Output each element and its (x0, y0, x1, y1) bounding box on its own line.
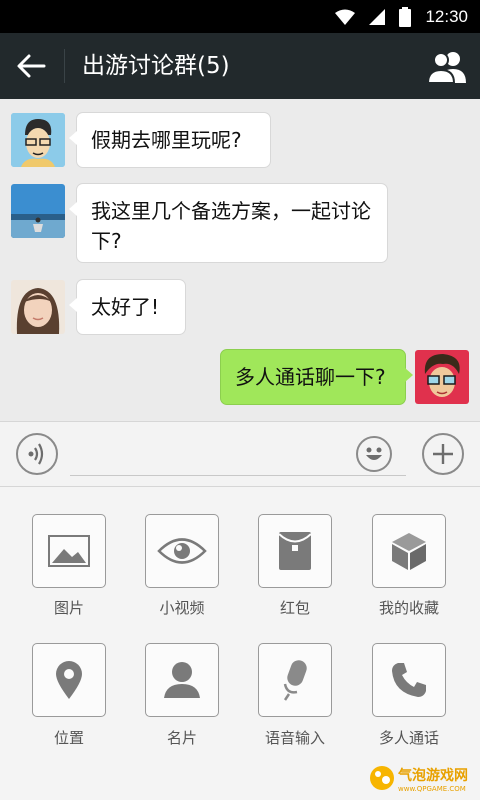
message-input[interactable] (70, 436, 354, 474)
avatar[interactable] (11, 184, 65, 238)
battery-icon (399, 6, 412, 27)
image-icon (48, 535, 90, 567)
message-bubble[interactable]: 太好了! (69, 279, 186, 335)
signal-icon (369, 8, 386, 25)
phone-icon (392, 663, 426, 697)
my-avatar[interactable] (415, 350, 469, 404)
wifi-icon (335, 9, 356, 25)
contact-card-button[interactable] (145, 643, 219, 717)
message-bubble[interactable]: 假期去哪里玩呢? (69, 112, 271, 168)
avatar[interactable] (11, 280, 65, 334)
contact-card-label: 名片 (166, 729, 197, 747)
image-label: 图片 (53, 599, 84, 617)
plus-icon (433, 444, 453, 464)
cube-icon (392, 533, 426, 570)
voice-toggle-button[interactable] (16, 433, 58, 475)
red-packet-button[interactable] (258, 514, 332, 588)
favorites-button[interactable] (372, 514, 446, 588)
location-label: 位置 (53, 729, 84, 747)
red-packet-label: 红包 (279, 599, 310, 617)
watermark-logo: 气泡游戏网 www.QPGAME.COM (370, 766, 468, 793)
sent-message-bubble[interactable]: 多人通话聊一下? (220, 349, 413, 405)
title-bar: 出游讨论群(5) (0, 33, 480, 99)
chat-title: 出游讨论群(5) (82, 53, 230, 79)
voice-input-label: 语音输入 (264, 729, 325, 747)
status-bar: 12:30 (0, 0, 480, 33)
image-button[interactable] (32, 514, 106, 588)
watermark-url: www.QPGAME.COM (398, 785, 466, 793)
more-button[interactable] (422, 433, 464, 475)
input-bar (0, 421, 480, 487)
message-bubble[interactable]: 我这里几个备选方案，一起讨论下? (69, 183, 388, 263)
short-video-button[interactable] (145, 514, 219, 588)
group-call-label: 多人通话 (378, 729, 439, 747)
group-members-icon[interactable] (428, 49, 466, 83)
status-time: 12:30 (425, 6, 468, 26)
back-arrow-icon[interactable] (14, 50, 48, 82)
title-separator (64, 49, 65, 83)
short-video-label: 小视频 (159, 599, 205, 617)
eye-icon (157, 538, 207, 564)
group-call-button[interactable] (372, 643, 446, 717)
emoji-button[interactable] (356, 436, 392, 472)
voice-icon (28, 443, 44, 465)
watermark-text: 气泡游戏网 (397, 767, 468, 784)
input-underline (70, 475, 406, 476)
favorites-label: 我的收藏 (378, 599, 439, 617)
avatar[interactable] (11, 113, 65, 167)
location-button[interactable] (32, 643, 106, 717)
microphone-icon (283, 660, 307, 701)
function-panel: 图片 小视频 红包 我的收藏 位置 名片 语音输入 多人通话 气泡游戏网 www… (0, 487, 480, 800)
location-pin-icon (56, 661, 82, 699)
person-icon (164, 662, 200, 698)
chat-area[interactable]: 假期去哪里玩呢? 我这里几个备选方案，一起讨论下? 太好了! 多人通话聊一下? (0, 99, 480, 421)
smiley-icon (366, 447, 382, 460)
red-packet-icon (278, 532, 312, 570)
voice-input-button[interactable] (258, 643, 332, 717)
